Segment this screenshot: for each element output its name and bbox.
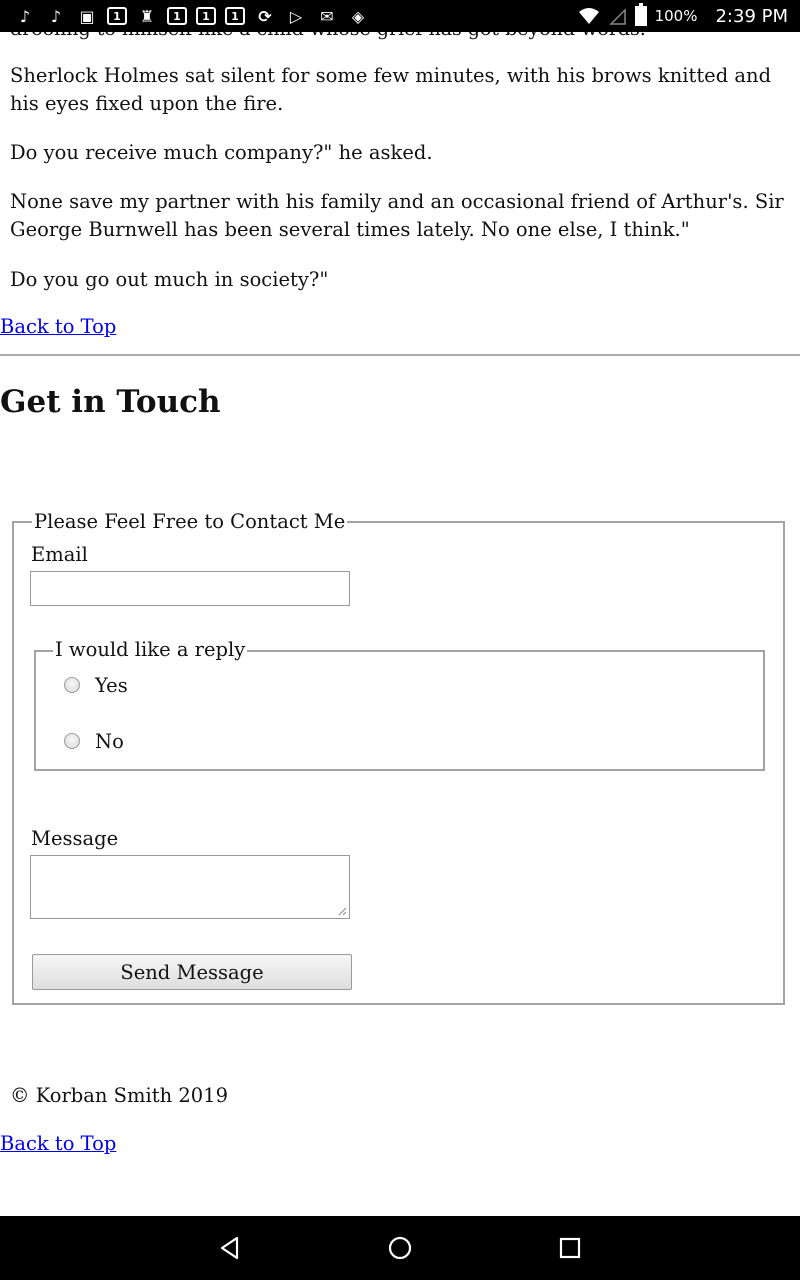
tiktok-icon: ♪ bbox=[50, 6, 62, 26]
sync-icon: ⟳ bbox=[258, 6, 272, 26]
app-icon: ▣ bbox=[79, 6, 95, 26]
home-nav-icon[interactable] bbox=[387, 1235, 413, 1261]
navigation-bar bbox=[0, 1216, 800, 1280]
play-store-icon: ▷ bbox=[289, 6, 303, 26]
signal-icon bbox=[608, 8, 626, 25]
back-nav-icon[interactable] bbox=[217, 1235, 243, 1261]
paragraph: Sherlock Holmes sat silent for some few … bbox=[10, 64, 772, 115]
reply-no-radio[interactable] bbox=[64, 733, 80, 749]
paragraph: None save my partner with his family and… bbox=[10, 190, 784, 241]
email-field[interactable] bbox=[30, 571, 350, 606]
send-message-button[interactable]: Send Message bbox=[32, 954, 352, 990]
back-to-top-link[interactable]: Back to Top bbox=[0, 1132, 116, 1155]
message-field[interactable] bbox=[30, 855, 350, 919]
notification-icons: ♪ ♪ ▣ 1 ♜ 1 1 1 ⟳ ▷ ✉ ◈ bbox=[0, 5, 369, 27]
reply-fieldset: I would like a reply Yes No bbox=[34, 638, 765, 771]
message-label: Message bbox=[31, 827, 119, 850]
divider bbox=[0, 354, 800, 356]
back-to-top-link[interactable]: Back to Top bbox=[0, 315, 116, 338]
clipped-paragraph: drooling to himself like a child whose g… bbox=[10, 32, 646, 40]
wifi-icon bbox=[578, 8, 599, 24]
maps-icon: ◈ bbox=[351, 6, 365, 26]
battery-icon bbox=[634, 3, 647, 26]
copyright-text: © Korban Smith 2019 bbox=[10, 1084, 228, 1107]
calendar-icon: 1 bbox=[196, 7, 216, 25]
status-bar: ♪ ♪ ▣ 1 ♜ 1 1 1 ⟳ ▷ ✉ ◈ 100% 2:39 PM bbox=[0, 0, 800, 32]
form-legend: Please Feel Free to Contact Me bbox=[32, 510, 348, 534]
page-content: drooling to himself like a child whose g… bbox=[0, 32, 800, 1216]
reply-yes-label: Yes bbox=[95, 674, 128, 697]
resize-handle-icon[interactable] bbox=[337, 906, 347, 916]
paragraph: Do you receive much company?" he asked. bbox=[10, 141, 433, 164]
section-heading: Get in Touch bbox=[0, 384, 221, 420]
tiktok-icon: ♪ bbox=[19, 6, 31, 26]
recents-nav-icon[interactable] bbox=[557, 1235, 583, 1261]
reply-yes-radio[interactable] bbox=[64, 677, 80, 693]
battery-percent: 100% bbox=[654, 7, 698, 25]
reply-legend: I would like a reply bbox=[53, 638, 248, 662]
calendar-icon: 1 bbox=[167, 7, 187, 25]
keyhole-icon: ♜ bbox=[139, 6, 155, 26]
calendar-icon: 1 bbox=[107, 7, 127, 25]
email-label: Email bbox=[31, 543, 88, 566]
contact-form: Please Feel Free to Contact Me Email I w… bbox=[12, 510, 785, 1005]
mail-icon: ✉ bbox=[320, 6, 334, 26]
reply-no-label: No bbox=[95, 730, 124, 753]
paragraph: Do you go out much in society?" bbox=[10, 268, 329, 291]
clock: 2:39 PM bbox=[715, 5, 788, 27]
calendar-icon: 1 bbox=[225, 7, 245, 25]
